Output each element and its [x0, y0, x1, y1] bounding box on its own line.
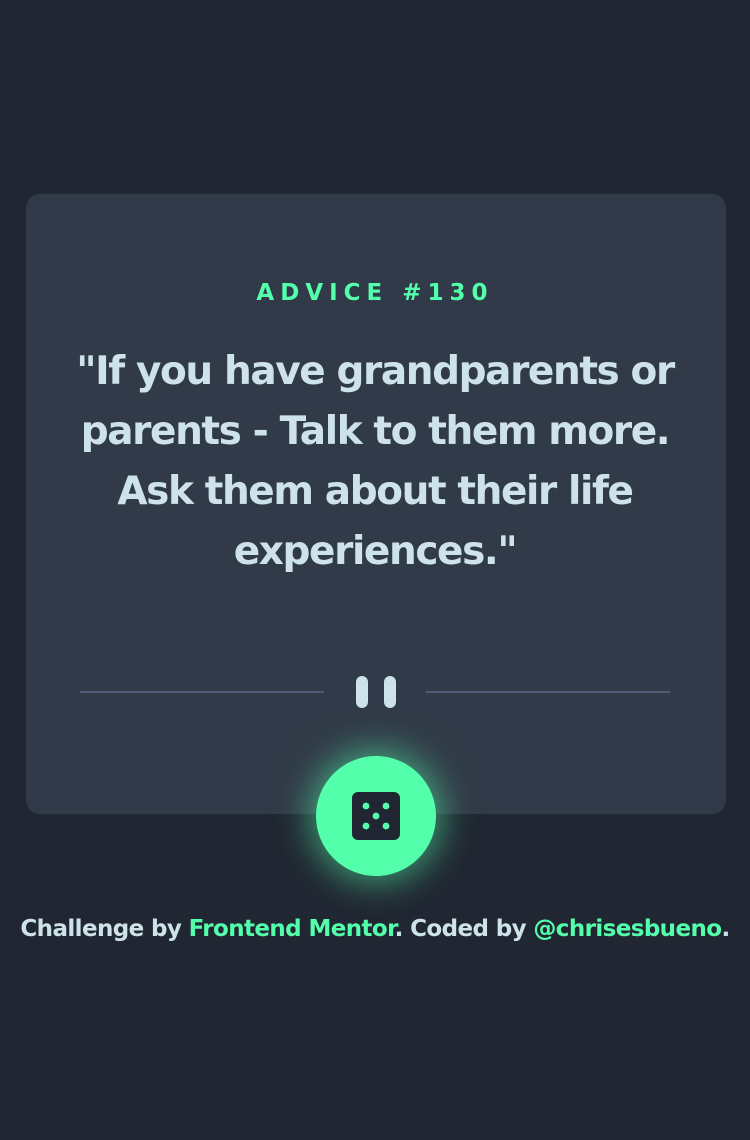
footer-middle: . Coded by [394, 916, 534, 942]
author-link[interactable]: @chrisesbueno [533, 916, 722, 942]
pause-bar-right [384, 676, 396, 708]
divider-line-left [80, 691, 324, 693]
new-advice-button[interactable] [316, 756, 436, 876]
advice-quote: "If you have grandparents or parents - T… [76, 349, 675, 574]
pause-icon [356, 676, 396, 708]
pause-bar-left [356, 676, 368, 708]
advice-id-label: ADVICE #130 [256, 280, 494, 306]
dice-icon [352, 792, 400, 840]
footer-suffix: . [721, 916, 730, 942]
frontend-mentor-link[interactable]: Frontend Mentor [189, 916, 396, 942]
attribution-footer: Challenge by Frontend Mentor. Coded by @… [0, 912, 750, 946]
divider-line-right [426, 691, 670, 693]
footer-prefix: Challenge by [20, 916, 189, 942]
